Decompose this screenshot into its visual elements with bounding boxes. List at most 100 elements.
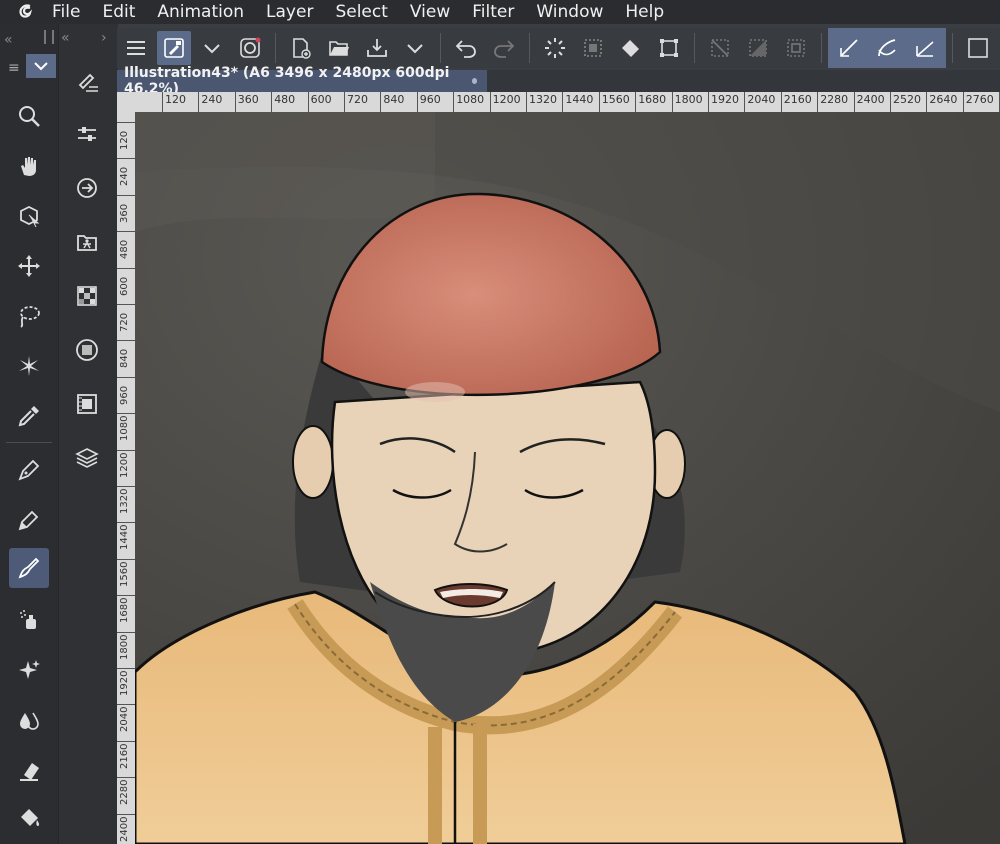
toolbar-separator [529, 33, 530, 63]
menu-file[interactable]: File [52, 0, 80, 24]
ruler-h-label: 1680 [635, 92, 666, 112]
ruler-h-label: 2400 [853, 92, 885, 112]
dropdown-icon[interactable] [26, 54, 56, 78]
select-all-icon[interactable] [576, 31, 610, 65]
material-icon[interactable] [67, 222, 107, 262]
menu-icon[interactable] [119, 31, 153, 65]
ruler-v-label: 1560 [117, 558, 135, 587]
menu-view[interactable]: View [410, 0, 450, 24]
toolbar-separator [821, 33, 822, 63]
ruler-h-label: 2280 [817, 92, 848, 112]
ruler-h-label: 480 [271, 92, 295, 112]
menu-select[interactable]: Select [335, 0, 387, 24]
fill-icon[interactable] [9, 798, 49, 838]
collapse-panel-icon[interactable]: « [61, 30, 70, 46]
panel-dock: « › [58, 24, 118, 844]
ruler-v-label: 1800 [117, 631, 135, 660]
ruler-v-label: 2160 [117, 740, 135, 769]
pen-icon[interactable] [9, 450, 49, 490]
object-icon[interactable] [9, 196, 49, 236]
transform-icon[interactable] [652, 31, 686, 65]
ruler-v-text: 840 [119, 349, 130, 369]
color-wheel-icon[interactable] [67, 330, 107, 370]
new-icon[interactable] [284, 31, 318, 65]
brush-icon[interactable] [9, 548, 49, 588]
invert-icon[interactable] [741, 31, 775, 65]
menu-window[interactable]: Window [536, 0, 603, 24]
save-icon[interactable] [360, 31, 394, 65]
ruler-v-label: 120 [117, 122, 135, 150]
panel-toggle-icon[interactable] [961, 31, 995, 65]
ruler-h-label: 1440 [562, 92, 593, 112]
undo-icon[interactable] [449, 31, 483, 65]
horizontal-ruler[interactable]: 120 240 360 480 600 720 840 960 1080 1200 1320 1440… [117, 92, 1000, 112]
clip-studio-icon[interactable] [233, 31, 267, 65]
eraser-icon[interactable] [9, 750, 49, 790]
document-tab[interactable]: Illustration43* (A6 3496 x 2480px 600dpi… [117, 65, 487, 97]
ruler-v-label: 360 [117, 194, 135, 223]
toolbar-separator [952, 33, 953, 63]
vertical-ruler[interactable]: 120 240 360 480 600 720 840 960 1080 1200 1320 1440… [117, 92, 135, 844]
dropdown-icon[interactable] [398, 31, 432, 65]
ruler-v-text: 120 [119, 130, 130, 150]
menu-edit[interactable]: Edit [102, 0, 135, 24]
grip-icon[interactable] [44, 30, 54, 44]
ruler-h-label: 2520 [890, 92, 921, 112]
lasso-icon[interactable] [9, 296, 49, 336]
move-icon[interactable] [9, 246, 49, 286]
tool-property-icon[interactable] [67, 114, 107, 154]
perspective-icon[interactable] [908, 31, 942, 65]
ruler-h-label: 2760 [962, 92, 994, 112]
ruler-h-label: 600 [307, 92, 332, 112]
command-bar [117, 28, 1000, 68]
curve-ruler-icon[interactable] [870, 31, 904, 65]
timeline-icon[interactable] [67, 384, 107, 424]
loading-icon[interactable] [538, 31, 572, 65]
magic-wand-icon[interactable] [9, 346, 49, 386]
ruler-v-text: 1080 [119, 415, 130, 442]
zoom-icon[interactable] [9, 96, 49, 136]
open-icon[interactable] [322, 31, 356, 65]
expand-panel-icon[interactable]: › [101, 30, 107, 46]
fill-icon[interactable] [614, 31, 648, 65]
palette-menu-icon[interactable]: ≡ [8, 60, 20, 76]
ruler-h-label: 120 [162, 92, 186, 112]
redo-icon[interactable] [487, 31, 521, 65]
decoration-icon[interactable] [9, 650, 49, 690]
menu-animation[interactable]: Animation [157, 0, 244, 24]
blend-icon[interactable] [9, 700, 49, 740]
menu-filter[interactable]: Filter [472, 0, 514, 24]
menu-layer[interactable]: Layer [266, 0, 313, 24]
clip-studio-logo-icon[interactable] [0, 0, 52, 24]
airbrush-icon[interactable] [9, 600, 49, 640]
edit-color-icon[interactable] [157, 31, 191, 65]
ruler-h-label: 1200 [489, 92, 521, 112]
navigator-icon[interactable] [67, 168, 107, 208]
ruler-v-text: 2160 [119, 743, 130, 769]
menu-help[interactable]: Help [625, 0, 664, 24]
dropdown-icon[interactable] [195, 31, 229, 65]
toolbar-separator [440, 33, 441, 63]
ruler-h-label: 960 [416, 92, 441, 112]
ruler-h-label: 1080 [453, 92, 484, 112]
expand-icon[interactable] [779, 31, 813, 65]
pencil-icon[interactable] [9, 500, 49, 540]
eyedropper-icon[interactable] [9, 396, 49, 436]
ruler-icon[interactable] [832, 31, 866, 65]
color-set-icon[interactable] [67, 276, 107, 316]
hand-icon[interactable] [9, 146, 49, 186]
ruler-v-text: 1200 [119, 452, 130, 478]
ruler-v-text: 360 [119, 203, 130, 223]
sub-tool-icon[interactable] [67, 62, 107, 102]
ruler-v-label: 1200 [117, 449, 135, 478]
ruler-v-text: 1680 [119, 597, 130, 624]
menu-bar: File Edit Animation Layer Select View Fi… [0, 0, 1000, 24]
canvas[interactable] [135, 112, 1000, 844]
layers-icon[interactable] [67, 438, 107, 478]
tab-bar [487, 70, 1000, 92]
deselect-icon[interactable] [703, 31, 737, 65]
ruler-v-text: 960 [119, 385, 130, 405]
ruler-v-label: 1920 [117, 668, 135, 696]
collapse-left-icon[interactable]: « [4, 32, 13, 48]
ruler-v-text: 720 [119, 312, 130, 332]
